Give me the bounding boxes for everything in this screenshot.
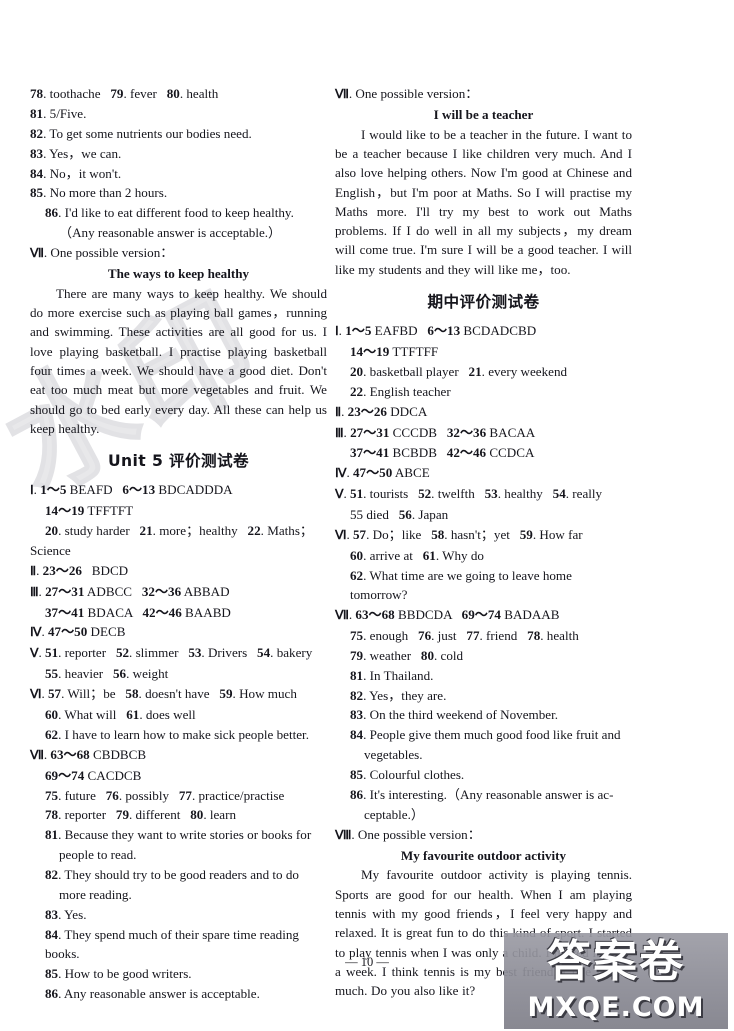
answer-line: 85. No more than 2 hours. [30,185,168,201]
stamp-url-text: MXQE.COM [527,992,705,1023]
answer-line: Ⅴ. 51. tourists 52. twelfth 53. healthy … [335,486,603,502]
answer-line: Ⅶ. One possible version： [335,86,479,101]
composition-title: I will be a teacher [433,106,534,122]
answer-line: 86. I'd like to eat different food to ke… [45,205,294,221]
answer-line: 84. People give them much good food like… [350,727,621,743]
answer-line: more reading. [59,887,132,902]
answer-line: Ⅵ. 57. Will；be 58. doesn't have 59. How … [30,686,297,702]
answer-line: 79. weather 80. cold [350,647,464,663]
stamp-chinese-text: 答案卷 [547,936,685,987]
answer-line: 81. 5/Five. [30,105,87,121]
answer-line: 75. future 76. possibly 77. practice/pra… [45,787,285,803]
answer-line: 14～19 TFFTFT [45,503,134,519]
answer-line: Ⅰ. 1～5 BEAFD 6～13 BDCADDDA [30,482,233,498]
answer-line: Ⅳ. 47～50 DECB [30,624,126,640]
left-column: 78. toothache 79. fever 80. health 81. 5/… [30,84,327,1004]
answer-line: 20. basketball player 21. every weekend [350,363,568,379]
answer-line: 37～41 BDACA 42～46 BAABD [45,604,231,620]
answer-line: Ⅳ. 47～50 ABCE [335,465,430,481]
answer-line: Science [30,542,71,558]
section-heading: 期中评价测试卷 [427,293,540,312]
answer-line: （Any reasonable answer is acceptable.） [59,225,282,241]
answer-line: 60. What will 61. does well [45,706,196,722]
mxqe-watermark-stamp: 答案卷 MXQE.COM [504,933,728,1029]
answer-line: Ⅱ. 23～26 DDCA [335,403,428,419]
answer-line: Ⅴ. 51. reporter 52. slimmer 53. Drivers … [30,645,313,661]
answer-line: Ⅲ. 27～31 ADBCC 32～36 ABBAD [30,583,230,599]
answer-line: 81. Because they want to write stories o… [45,827,312,843]
answer-line: 78. reporter 79. different 80. learn [45,807,237,823]
composition-paragraph: There are many ways to keep healthy. We … [30,285,327,436]
answer-line: 69～74 CACDCB [45,767,142,783]
answer-line: Ⅶ. 63～68 BBDCDA 69～74 BADAAB [335,606,560,622]
answer-line: 84. No，it won't. [30,165,122,181]
answer-line: 20. study harder 21. more；healthy 22. Ma… [45,522,314,538]
answer-line: people to read. [59,847,137,863]
composition-title: The ways to keep healthy [107,266,250,282]
answer-line: 82. They should try to be good readers a… [45,867,299,883]
answer-line: 55. heavier 56. weight [45,666,169,682]
answer-line: 62. What time are we going to leave home… [350,567,576,603]
answer-line: 83. Yes，we can. [30,145,122,161]
right-column: Ⅶ. One possible version： I will be a teac… [335,84,632,1001]
answer-line: 75. enough 76. just 77. friend 78. healt… [350,627,579,643]
answer-line: Ⅵ. 57. Do；like 58. hasn't；yet 59. How fa… [335,526,583,542]
answer-line: 37～41 BCBDB 42～46 CCDCA [350,445,535,461]
answer-line: 85. Colourful clothes. [350,767,465,783]
answer-line: 81. In Thailand. [350,667,434,683]
answer-line: Ⅱ. 23～26 BDCD [30,562,129,578]
answer-line: vegetables. [364,747,423,763]
answer-line: Ⅶ. 63～68 CBDBCB [30,746,147,762]
answer-line: Ⅲ. 27～31 CCCDB 32～36 BACAA [335,424,536,440]
answer-line: 55 died 56. Japan [350,507,449,523]
answer-line: 82. To get some nutrients our bodies nee… [30,125,252,141]
answer-line: 14～19 TTFTFF [350,343,439,359]
answer-line: 60. arrive at 61. Why do [350,547,484,563]
composition-paragraph: I would like to be a teacher in the futu… [335,126,632,277]
answer-line: 22. English teacher [350,383,451,399]
answer-line: 86. Any reasonable answer is acceptable. [45,985,260,1001]
answer-line: Ⅷ. One possible version： [335,826,481,842]
answer-line: 62. I have to learn how to make sick peo… [45,726,309,742]
section-heading: Unit 5 评价测试卷 [107,452,250,471]
answer-line: 86. It's interesting.（Any reasonable ans… [350,786,614,802]
answer-line: 78. toothache 79. fever 80. health [30,86,219,101]
answer-line: 82. Yes，they are. [350,687,447,703]
answer-line: 83. Yes. [45,906,87,922]
composition-title: My favourite outdoor activity [400,847,567,863]
answer-line: ceptable.） [364,806,424,822]
answer-key-page: 水印 78. toothache 79. fever 80. health 81.… [0,0,734,1031]
answer-line: Ⅰ. 1～5 EAFBD 6～13 BCDADCBD [335,323,537,339]
answer-line: 83. On the third weekend of November. [350,707,558,723]
answer-line: Ⅶ. One possible version： [30,245,174,261]
two-column-body: 78. toothache 79. fever 80. health 81. 5/… [0,0,734,1031]
